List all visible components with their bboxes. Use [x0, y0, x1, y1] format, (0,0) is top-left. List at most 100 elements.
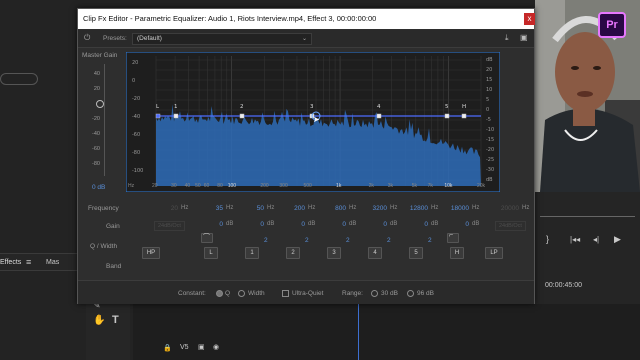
master-gain-tick: -40	[92, 131, 100, 137]
eq-node-4	[376, 113, 382, 119]
freq-axis-label: Hz	[128, 183, 135, 189]
band-1-gain[interactable]: 0	[244, 221, 264, 228]
ultra-quiet-label: Ultra-Quiet	[292, 290, 324, 297]
band-H-gain[interactable]: 0	[449, 221, 469, 228]
band-HP-slope[interactable]: 24dB/Oct	[154, 221, 185, 231]
constant-label: Constant:	[178, 290, 206, 297]
power-icon[interactable]: ⏻	[84, 33, 90, 43]
band-LP-toggle[interactable]: LP	[485, 247, 503, 259]
go-to-in-icon[interactable]: |◂◂	[570, 235, 580, 244]
eye-icon[interactable]: ◉	[213, 343, 219, 351]
eq-node-label: 4	[377, 104, 381, 110]
db-tick-left: -100	[132, 168, 143, 174]
band-4-q[interactable]: 2	[387, 237, 391, 244]
constant-q-radio[interactable]	[216, 290, 223, 297]
eq-node-label: 2	[240, 104, 244, 110]
freq-axis-label: 2k	[368, 183, 374, 189]
master-gain-tick: 40	[93, 71, 100, 77]
band-3-frequency[interactable]: 800	[326, 205, 346, 212]
band-3-frequency-unit: Hz	[349, 205, 357, 211]
tab-mas[interactable]: Mas	[46, 259, 59, 266]
constant-width-radio[interactable]	[238, 290, 245, 297]
band-LP-frequency-unit: Hz	[522, 205, 530, 211]
band-1-toggle[interactable]: 1	[245, 247, 259, 259]
presets-dropdown[interactable]: (Default) ⌄	[132, 33, 312, 45]
band-5-q[interactable]: 2	[428, 237, 432, 244]
band-5-frequency[interactable]: 12800	[408, 205, 428, 212]
band-2-toggle[interactable]: 2	[286, 247, 300, 259]
range-30-radio[interactable]	[371, 290, 378, 297]
band-LP-slope[interactable]: 24dB/Oct	[495, 221, 526, 231]
band-5-toggle[interactable]: 5	[409, 247, 423, 259]
ultra-quiet-checkbox[interactable]	[282, 290, 289, 297]
band-3-gain[interactable]: 0	[326, 221, 346, 228]
high-shelf-type-icon[interactable]: ⌐	[447, 232, 459, 243]
band-HP-toggle[interactable]: HP	[142, 247, 160, 259]
db-tick-left: -80	[132, 150, 140, 156]
step-back-icon[interactable]: ◂|	[593, 235, 599, 244]
band-1-q[interactable]: 2	[264, 237, 268, 244]
freq-axis-label: 500	[303, 183, 312, 189]
hand-tool-icon[interactable]: ✋	[93, 315, 105, 326]
save-preset-icon[interactable]: ⤓	[505, 33, 509, 43]
master-gain-slider[interactable]	[96, 100, 104, 108]
constant-width-label: Width	[248, 290, 265, 297]
freq-axis-label: 10k	[444, 183, 453, 189]
timecode: 00:00:45:00	[545, 282, 582, 289]
master-gain-value[interactable]: 0 dB	[92, 184, 105, 191]
freq-axis-label: 300	[279, 183, 288, 189]
low-shelf-type-icon[interactable]: ⌒	[201, 233, 213, 243]
film-icon[interactable]: ▣	[198, 343, 205, 351]
timeline	[133, 304, 640, 360]
db-tick-left: -60	[132, 132, 140, 138]
band-L-toggle[interactable]: L	[204, 247, 218, 259]
band-2-gain[interactable]: 0	[285, 221, 305, 228]
eq-node-5	[444, 113, 450, 119]
band-5-gain[interactable]: 0	[408, 221, 428, 228]
band-L-frequency[interactable]: 35	[203, 205, 223, 212]
band-2-q[interactable]: 2	[305, 237, 309, 244]
freq-axis-label: 20k	[477, 183, 486, 189]
lock-icon[interactable]: 🔒	[163, 344, 172, 352]
close-button[interactable]: x	[524, 13, 535, 25]
db-tick-right: 15	[486, 77, 492, 83]
band-3-toggle[interactable]: 3	[327, 247, 341, 259]
band-LP-frequency[interactable]: 20000	[499, 205, 519, 212]
band-2-frequency[interactable]: 200	[285, 205, 305, 212]
range-30-label: 30 dB	[381, 290, 398, 297]
dialog-title: Clip Fx Editor - Parametric Equalizer: A…	[83, 14, 377, 23]
delete-preset-icon[interactable]: ▣	[520, 33, 528, 42]
master-gain-tick: -80	[92, 161, 100, 167]
search-field[interactable]	[0, 73, 38, 85]
tab-effects[interactable]: Effects	[0, 259, 21, 266]
db-tick-right: 10	[486, 87, 492, 93]
band-H-frequency[interactable]: 18000	[449, 205, 469, 212]
band-3-q[interactable]: 2	[346, 237, 350, 244]
band-H-gain-unit: dB	[472, 221, 480, 227]
band-1-frequency[interactable]: 50	[244, 205, 264, 212]
band-H-toggle[interactable]: H	[450, 247, 464, 259]
eq-node-1	[173, 113, 179, 119]
range-96-radio[interactable]	[407, 290, 414, 297]
freq-axis-label: 60	[203, 183, 210, 189]
play-icon[interactable]: ▶	[614, 234, 621, 245]
clip-fx-editor-dialog: Clip Fx Editor - Parametric Equalizer: A…	[77, 8, 535, 304]
dialog-titlebar[interactable]: Clip Fx Editor - Parametric Equalizer: A…	[78, 9, 535, 29]
band-L-frequency-unit: Hz	[226, 205, 234, 211]
freq-axis-label: 80	[217, 183, 223, 189]
type-tool-icon[interactable]: T	[112, 314, 119, 326]
eq-graph[interactable]: dB20151050-5-10-15-20-25-30dB200-20-40-6…	[126, 52, 500, 192]
band-L-gain-unit: dB	[226, 221, 234, 227]
band-4-gain[interactable]: 0	[367, 221, 387, 228]
band-2-frequency-unit: Hz	[308, 205, 316, 211]
scrub-bar[interactable]	[540, 216, 635, 217]
mark-out-icon[interactable]: }	[546, 234, 549, 244]
playhead-line[interactable]	[358, 304, 359, 360]
tab-menu-icon[interactable]: ≡	[26, 257, 31, 267]
band-HP-frequency[interactable]: 20	[158, 205, 178, 212]
band-4-toggle[interactable]: 4	[368, 247, 382, 259]
band-L-gain[interactable]: 0	[203, 221, 223, 228]
band-4-frequency[interactable]: 3200	[367, 205, 387, 212]
track-label: V5	[180, 344, 189, 351]
db-tick-right: 0	[486, 107, 489, 113]
